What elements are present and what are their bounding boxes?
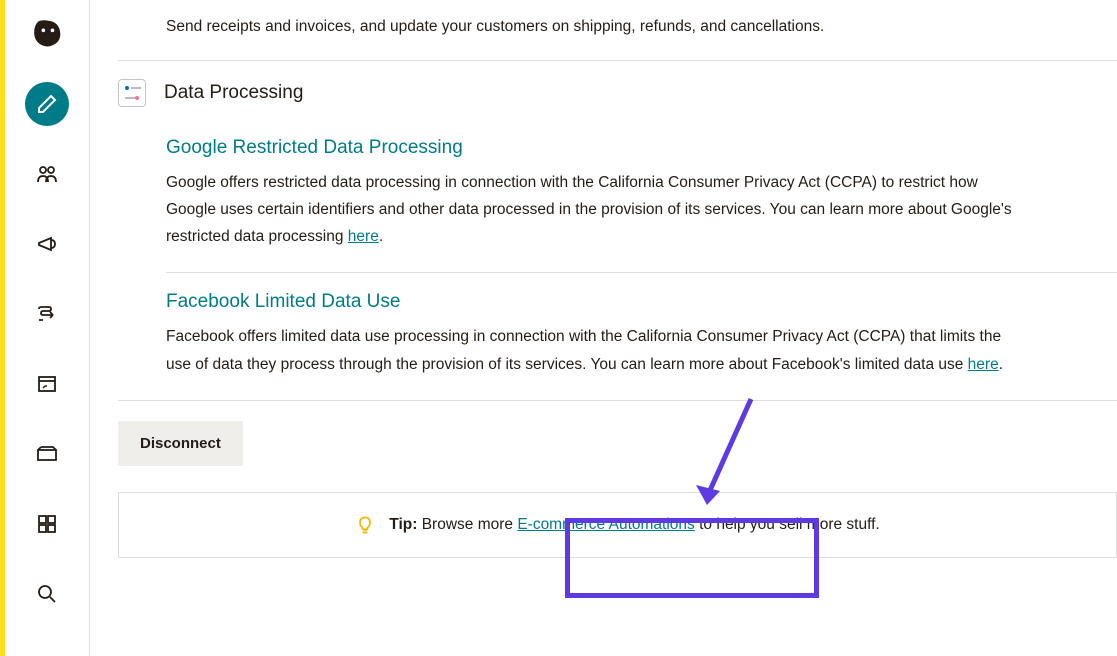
divider [118,400,1117,401]
facebook-text-after: . [999,356,1003,373]
google-here-link[interactable]: here [348,228,379,245]
tip-before: Browse more [417,516,517,533]
ecommerce-automations-link[interactable]: E-commerce Automations [517,516,694,533]
facebook-title[interactable]: Facebook Limited Data Use [166,291,1018,313]
google-title[interactable]: Google Restricted Data Processing [166,137,1018,159]
create-icon[interactable] [25,82,69,126]
facebook-section: Facebook Limited Data Use Facebook offer… [118,273,1018,399]
google-section: Google Restricted Data Processing Google… [118,119,1018,272]
search-icon[interactable] [25,572,69,616]
tip-after: to help you sell more stuff. [695,516,880,533]
facebook-here-link[interactable]: here [968,356,999,373]
sidebar [5,0,90,656]
section-title: Data Processing [164,82,303,104]
website-icon[interactable] [25,362,69,406]
google-text-body: Google offers restricted data processing… [166,174,1012,245]
section-header: Data Processing [118,61,1117,119]
content-icon[interactable] [25,432,69,476]
disconnect-button[interactable]: Disconnect [118,421,243,466]
tip-prefix: Tip: [389,516,417,533]
data-processing-icon [118,79,146,107]
google-text-after: . [379,228,383,245]
facebook-text-body: Facebook offers limited data use process… [166,328,1001,372]
tip-content: Tip: Browse more E-commerce Automations … [389,516,879,534]
google-text: Google offers restricted data processing… [166,169,1018,250]
mailchimp-logo[interactable] [25,12,69,56]
campaigns-icon[interactable] [25,222,69,266]
integrations-icon[interactable] [25,502,69,546]
tip-box: Tip: Browse more E-commerce Automations … [118,492,1117,558]
facebook-text: Facebook offers limited data use process… [166,323,1018,377]
main-content: Send receipts and invoices, and update y… [90,0,1117,656]
audience-icon[interactable] [25,152,69,196]
intro-text: Send receipts and invoices, and update y… [118,0,1117,60]
lightbulb-icon [355,515,375,535]
automations-icon[interactable] [25,292,69,336]
